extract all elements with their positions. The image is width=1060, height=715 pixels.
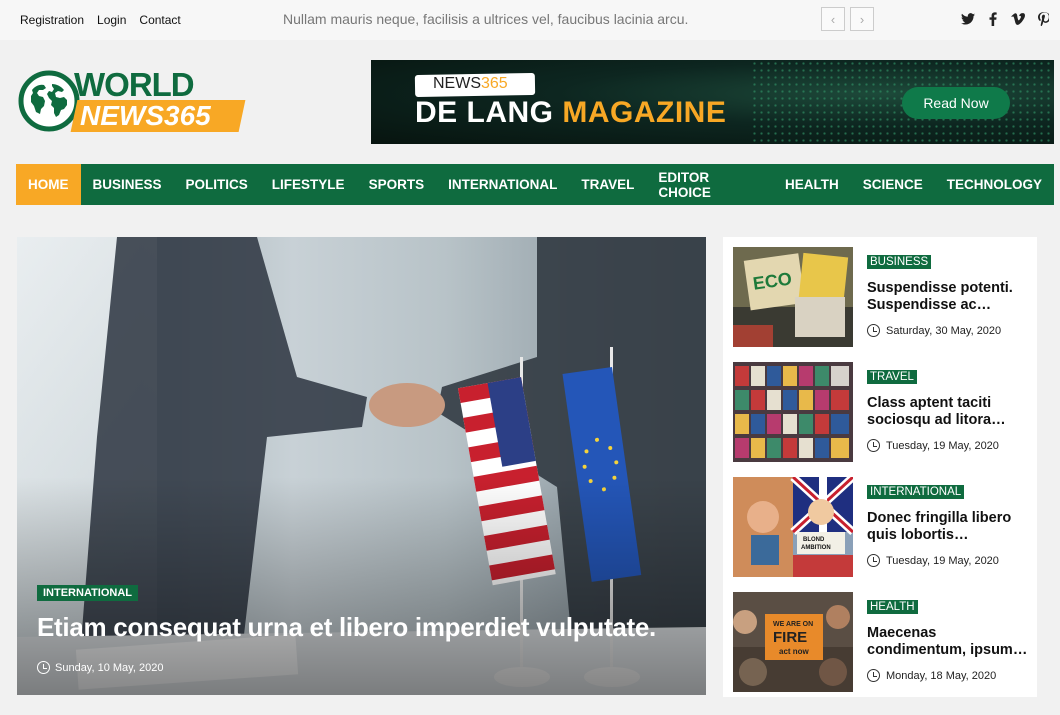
twitter-icon[interactable] [961,12,975,26]
hero-category-badge[interactable]: INTERNATIONAL [37,585,139,601]
hero-date-text: Sunday, 10 May, 2020 [55,661,164,674]
nav-politics[interactable]: POLITICS [174,164,260,205]
article-thumbnail[interactable] [733,362,853,462]
globe-icon [18,70,80,132]
contact-link[interactable]: Contact [139,13,180,27]
article-thumbnail[interactable]: ECO [733,247,853,347]
logo-news-badge: NEWS365 [70,100,246,132]
nav-home[interactable]: HOME [16,164,81,205]
hero-date: Sunday, 10 May, 2020 [37,661,163,674]
category-badge[interactable]: BUSINESS [867,255,932,269]
clock-icon [867,669,880,682]
article-thumbnail[interactable]: WE ARE ON FIRE act now [733,592,853,692]
article-title[interactable]: Donec fringilla libero quis lobortis… [867,510,1035,543]
article-date: Monday, 18 May, 2020 [867,669,996,682]
list-item[interactable]: ECO BUSINESS Suspendisse potenti. Suspen… [733,247,1033,347]
svg-text:WE ARE ON: WE ARE ON [773,621,813,628]
news-ticker[interactable]: Nullam mauris neque, facilisis a ultrice… [283,11,688,27]
clock-icon [867,554,880,567]
clock-icon [867,324,880,337]
article-date-text: Tuesday, 19 May, 2020 [886,554,999,567]
category-badge[interactable]: TRAVEL [867,370,917,384]
ticker-prev-button[interactable]: ‹ [821,7,845,31]
nav-health[interactable]: HEALTH [773,164,851,205]
social-links [961,12,1050,26]
nav-travel[interactable]: TRAVEL [569,164,646,205]
list-item[interactable]: WE ARE ON FIRE act now HEALTH Maecenas c… [733,592,1033,692]
article-title[interactable]: Maecenas condimentum, ipsum… [867,625,1035,658]
nav-international[interactable]: INTERNATIONAL [436,164,569,205]
top-bar: Registration Login Contact Nullam mauris… [0,0,1060,40]
registration-link[interactable]: Registration [20,13,84,27]
article-date-text: Saturday, 30 May, 2020 [886,324,1002,337]
site-logo[interactable]: WORLD NEWS365 [18,66,246,134]
list-item[interactable]: BLOND AMBITION INTERNATIONAL Donec fring… [733,477,1033,577]
article-date-text: Tuesday, 19 May, 2020 [886,439,999,452]
logo-news-text: NEWS365 [80,100,211,131]
svg-text:act now: act now [779,647,810,656]
clock-icon [37,661,50,674]
clock-icon [867,439,880,452]
read-now-button[interactable]: Read Now [902,87,1010,119]
article-date: Tuesday, 19 May, 2020 [867,554,999,567]
article-thumbnail[interactable]: BLOND AMBITION [733,477,853,577]
nav-business[interactable]: BUSINESS [81,164,174,205]
logo-world-text: WORLD [74,66,195,103]
article-date-text: Monday, 18 May, 2020 [886,669,997,682]
top-links: Registration Login Contact [20,13,181,27]
pinterest-icon[interactable] [1036,12,1050,26]
category-badge[interactable]: HEALTH [867,600,918,614]
ticker-nav: ‹ › [821,7,874,31]
vimeo-icon[interactable] [1011,12,1025,26]
article-title[interactable]: Class aptent taciti sociosqu ad litora… [867,395,1035,428]
category-badge[interactable]: INTERNATIONAL [867,485,965,499]
svg-text:AMBITION: AMBITION [801,545,831,551]
article-date: Tuesday, 19 May, 2020 [867,439,999,452]
banner-brand: NEWS365 [433,75,508,92]
facebook-icon[interactable] [986,12,1000,26]
banner-ad[interactable]: NEWS365 DE LANG MAGAZINE Read Now [371,60,1054,144]
list-item[interactable]: TRAVEL Class aptent taciti sociosqu ad l… [733,362,1033,462]
svg-text:BLOND: BLOND [803,537,825,543]
hero-title[interactable]: Etiam consequat urna et libero imperdiet… [37,612,656,643]
article-date: Saturday, 30 May, 2020 [867,324,1001,337]
ticker-next-button[interactable]: › [850,7,874,31]
nav-sports[interactable]: SPORTS [357,164,437,205]
article-title[interactable]: Suspendisse potenti. Suspendisse ac… [867,280,1035,313]
main-nav: HOME BUSINESS POLITICS LIFESTYLE SPORTS … [16,164,1054,205]
login-link[interactable]: Login [97,13,126,27]
nav-editor-choice[interactable]: EDITOR CHOICE [646,164,773,205]
nav-technology[interactable]: TECHNOLOGY [935,164,1054,205]
sidebar-news-list: ECO BUSINESS Suspendisse potenti. Suspen… [723,237,1037,697]
nav-lifestyle[interactable]: LIFESTYLE [260,164,357,205]
svg-text:FIRE: FIRE [773,629,807,646]
banner-title: DE LANG MAGAZINE [415,96,727,129]
hero-article[interactable]: INTERNATIONAL Etiam consequat urna et li… [17,237,706,695]
nav-science[interactable]: SCIENCE [851,164,935,205]
